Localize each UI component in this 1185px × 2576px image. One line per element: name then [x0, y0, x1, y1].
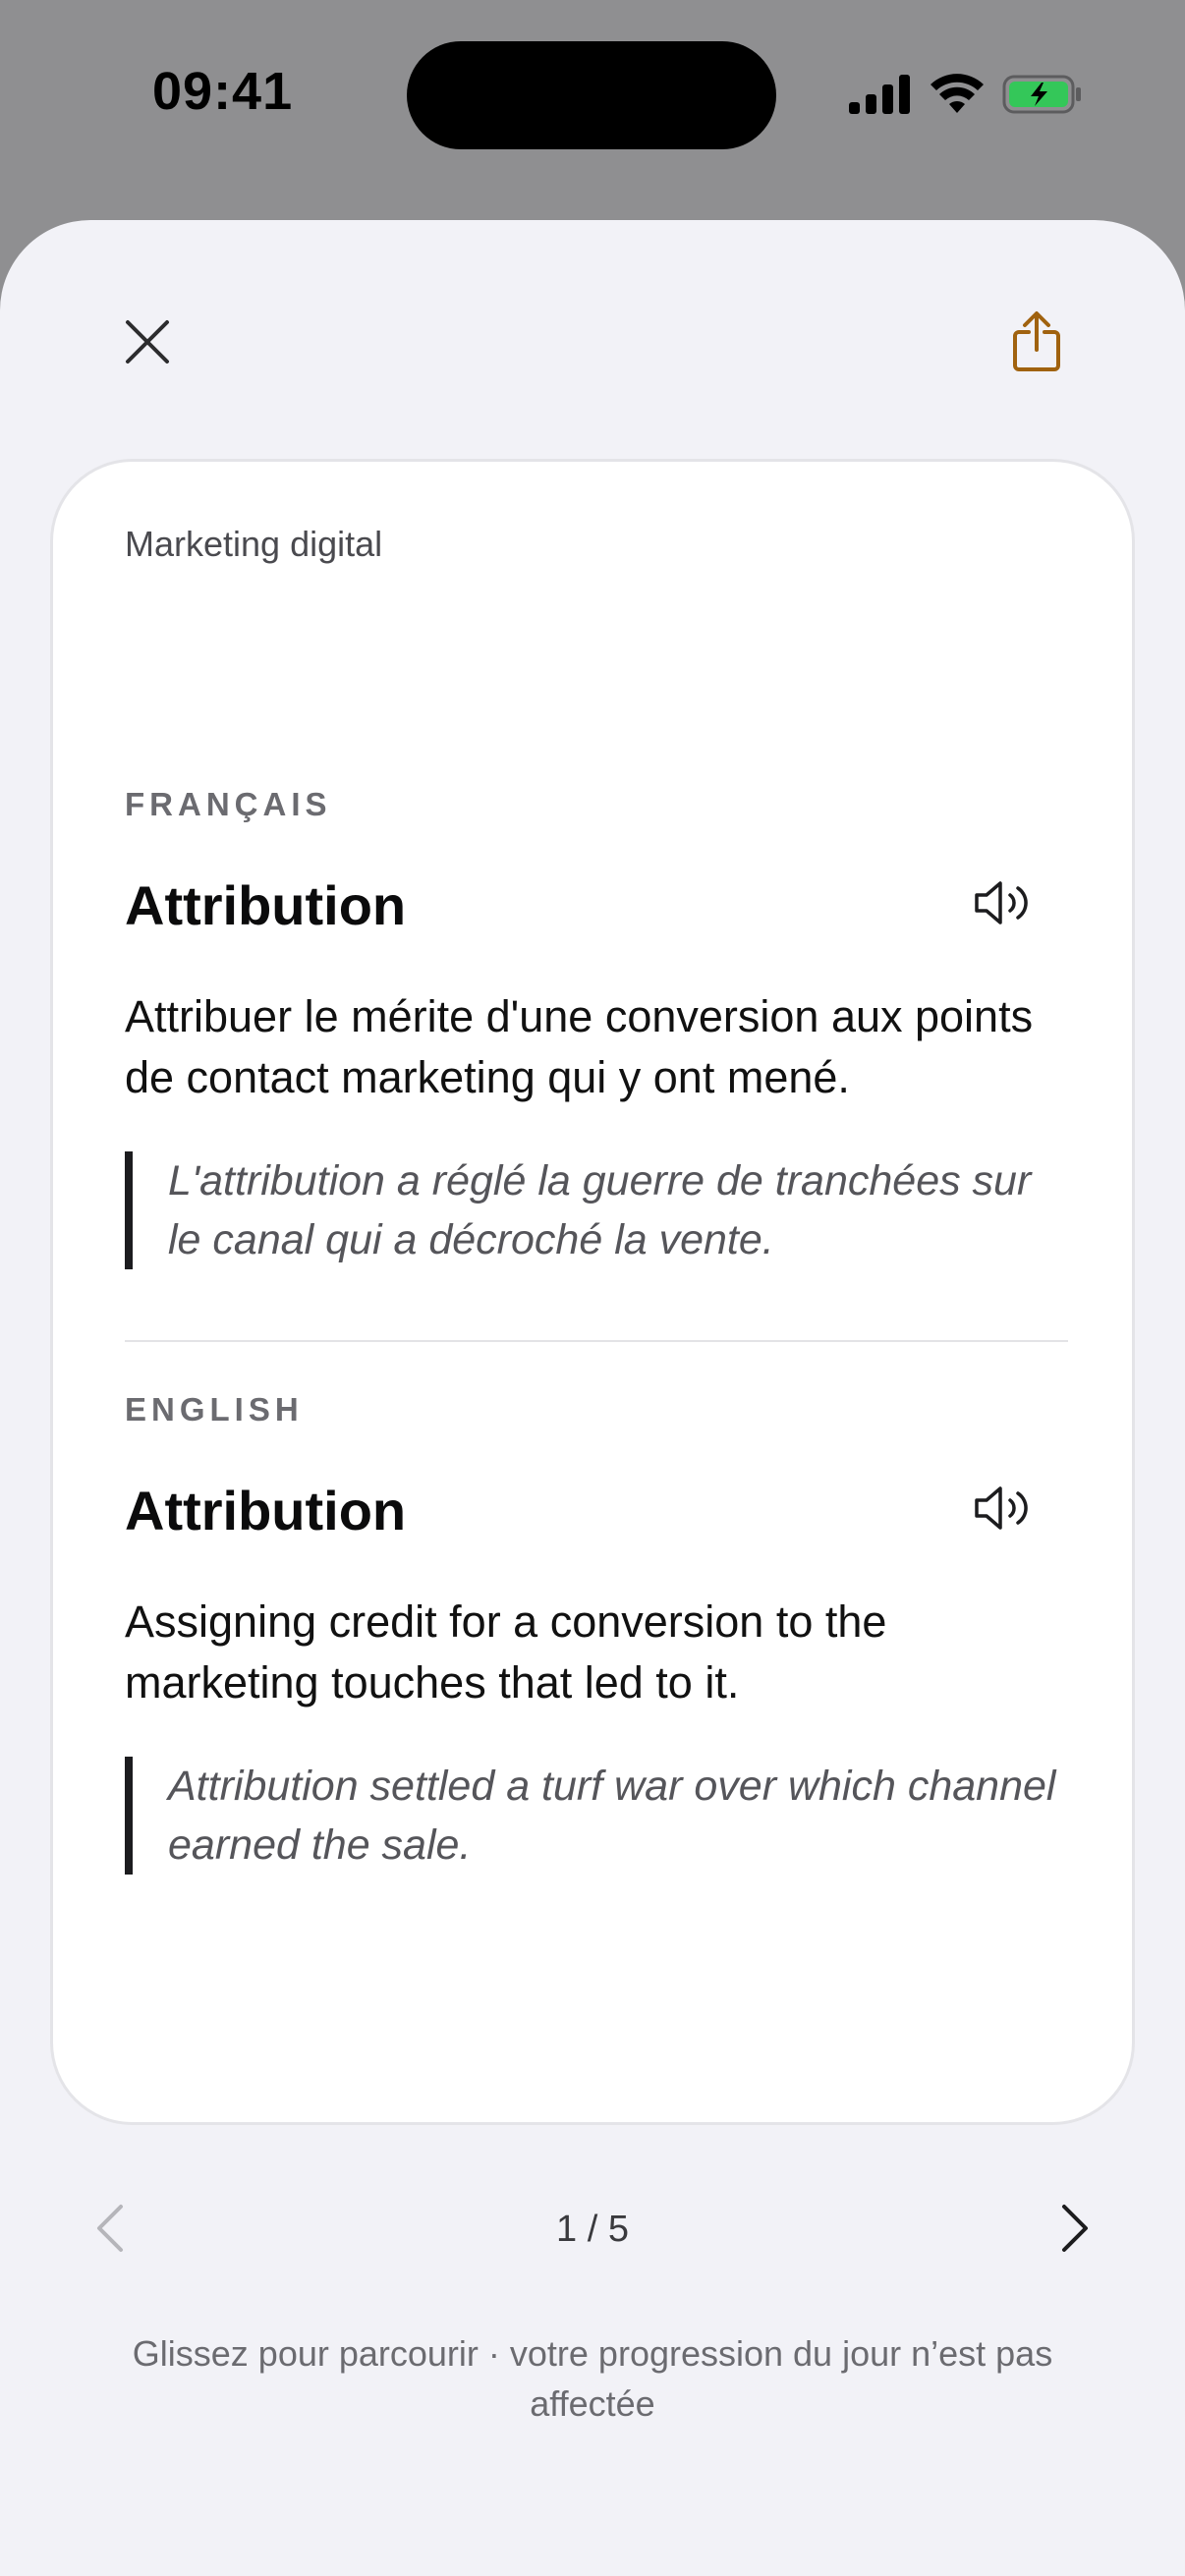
language-label-english: ENGLISH	[125, 1391, 304, 1428]
language-label-french: FRANÇAIS	[125, 786, 332, 822]
close-button[interactable]	[108, 305, 187, 383]
flashcard[interactable]: Marketing digital FRANÇAIS Attribution A…	[50, 459, 1135, 2125]
close-icon	[124, 318, 171, 370]
category-label: Marketing digital	[125, 524, 383, 564]
definition-french: Attribuer le mérite d'une conversion aux…	[125, 991, 1034, 1102]
example-french: L'attribution a réglé la guerre de tranc…	[125, 1151, 1068, 1269]
dynamic-island	[407, 41, 776, 149]
example-english: Attribution settled a turf war over whic…	[125, 1757, 1068, 1875]
next-card-button[interactable]	[1045, 2191, 1104, 2269]
swipe-hint: Glissez pour parcourir · votre progressi…	[132, 2333, 1053, 2424]
page-indicator: 1 / 5	[556, 2209, 629, 2250]
term-row-french: Attribution	[125, 861, 1068, 949]
wifi-icon	[930, 73, 985, 120]
status-icons	[849, 71, 1083, 122]
chevron-right-icon	[1060, 2203, 1090, 2259]
english-section: ENGLISH Attribution Assigning credit for…	[125, 1391, 1068, 1875]
term-french: Attribution	[125, 873, 407, 936]
pronounce-french-button[interactable]	[964, 866, 1043, 944]
pronounce-english-button[interactable]	[964, 1471, 1043, 1549]
status-bar: 09:41	[0, 0, 1185, 196]
share-icon	[1011, 310, 1062, 378]
term-row-english: Attribution	[125, 1466, 1068, 1554]
speaker-icon	[973, 1483, 1034, 1539]
section-divider	[125, 1340, 1068, 1342]
definition-english: Assigning credit for a conversion to the…	[125, 1596, 887, 1708]
share-button[interactable]	[997, 300, 1076, 388]
french-section: FRANÇAIS Attribution Attribuer le mérite…	[125, 786, 1068, 1269]
cellular-signal-icon	[849, 74, 912, 119]
term-english: Attribution	[125, 1479, 407, 1541]
speaker-icon	[973, 877, 1034, 933]
battery-charging-icon	[1002, 74, 1083, 120]
status-time: 09:41	[152, 62, 294, 121]
